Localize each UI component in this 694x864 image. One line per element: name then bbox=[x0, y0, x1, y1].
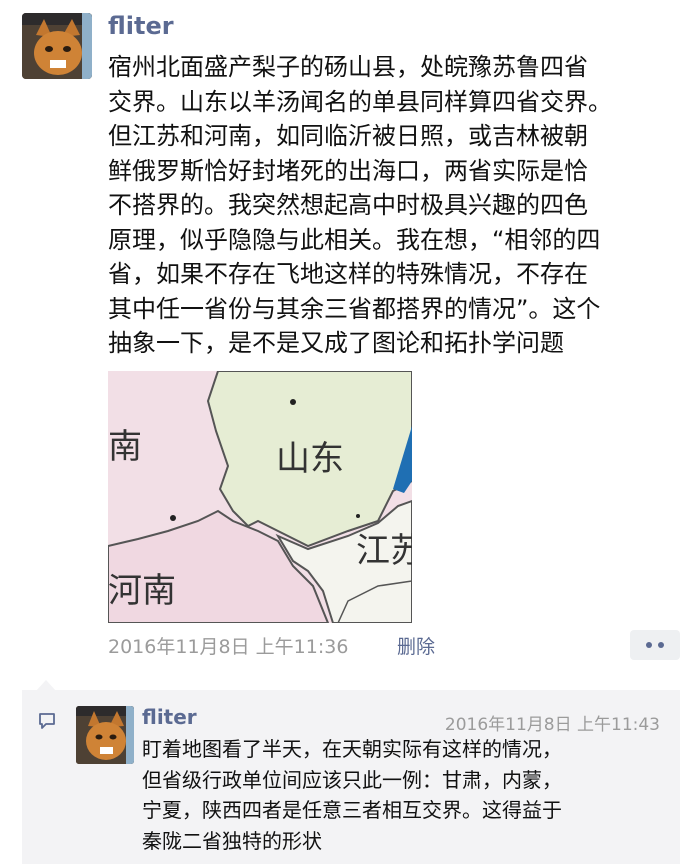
dot-icon bbox=[658, 642, 664, 648]
cat-avatar-image bbox=[76, 706, 134, 764]
dot-icon bbox=[646, 642, 652, 648]
post-body-text: 宿州北面盛产梨子的砀山县，处皖豫苏鲁四省 交界。山东以羊汤闻名的单县同样算四省交… bbox=[108, 53, 612, 357]
more-actions-button[interactable] bbox=[630, 630, 680, 660]
post-author-name[interactable]: fliter bbox=[108, 12, 174, 40]
comment-text: 盯着地图看了半天，在天朝实际有这样的情况， 但省级行政单位间应该只此一例：甘肃，… bbox=[142, 737, 562, 853]
delete-button[interactable]: 删除 bbox=[397, 632, 435, 659]
cat-avatar-image bbox=[22, 13, 92, 79]
commenter-avatar[interactable] bbox=[76, 706, 134, 764]
map-label-jiangsu: 江苏 bbox=[356, 531, 412, 571]
map-label-shandong: 山东 bbox=[276, 439, 344, 479]
author-avatar[interactable] bbox=[22, 13, 92, 79]
comment-icon bbox=[39, 713, 55, 729]
map-label-henan: 河南 bbox=[108, 571, 176, 611]
comment-author-name[interactable]: fliter bbox=[142, 705, 197, 729]
comment-section: fliter 2016年11月8日 上午11:43 盯着地图看了半天，在天朝实际… bbox=[22, 690, 680, 864]
post-map-image[interactable]: 南 山东 江苏 河南 bbox=[108, 371, 412, 623]
map-label-partial: 南 bbox=[108, 427, 142, 467]
comment-timestamp: 2016年11月8日 上午11:43 bbox=[444, 715, 660, 735]
post-timestamp: 2016年11月8日 上午11:36 bbox=[108, 636, 349, 658]
